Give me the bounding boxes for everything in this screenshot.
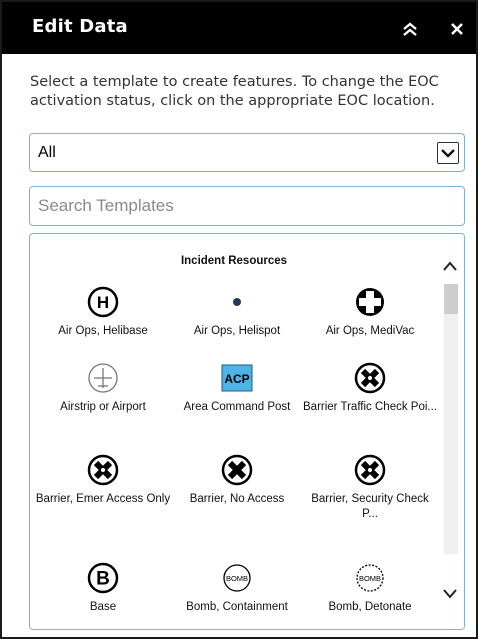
template-item-barrier-no-access[interactable]: Barrier, No Access bbox=[169, 454, 305, 507]
template-filter-value: All bbox=[38, 144, 56, 161]
template-item-barrier-traffic[interactable]: Barrier Traffic Check Poi... bbox=[302, 362, 438, 415]
barrier-security-icon bbox=[354, 454, 386, 486]
scrollbar-track[interactable] bbox=[444, 314, 458, 554]
bomb-containment-icon: BOMB bbox=[223, 564, 251, 592]
template-label: Bomb, Containment bbox=[186, 601, 288, 613]
template-item-helibase[interactable]: H Air Ops, Helibase bbox=[35, 286, 171, 339]
base-icon: B bbox=[87, 562, 119, 594]
template-item-base[interactable]: B Base bbox=[35, 562, 171, 615]
template-label: Air Ops, Helispot bbox=[193, 325, 281, 337]
panel-title: Edit Data bbox=[32, 16, 128, 37]
svg-text:H: H bbox=[97, 293, 109, 312]
barrier-no-access-icon bbox=[221, 454, 253, 486]
svg-text:BOMB: BOMB bbox=[226, 574, 248, 583]
medivac-icon bbox=[356, 288, 384, 316]
template-label: Barrier, Security Check P... bbox=[311, 493, 429, 520]
template-picker: Incident Resources H Air Ops, Helibase A… bbox=[29, 233, 465, 630]
template-label: Barrier, Emer Access Only bbox=[35, 493, 171, 505]
svg-text:ACP: ACP bbox=[224, 372, 249, 386]
search-templates-input[interactable] bbox=[29, 186, 465, 226]
template-label: Base bbox=[89, 601, 117, 613]
template-item-airstrip[interactable]: Airstrip or Airport bbox=[35, 362, 171, 415]
scrollbar-thumb[interactable] bbox=[444, 284, 458, 314]
template-label: Airstrip or Airport bbox=[60, 401, 146, 413]
template-label: Air Ops, MediVac bbox=[325, 325, 415, 337]
group-title: Incident Resources bbox=[180, 255, 288, 267]
template-item-bomb-containment[interactable]: BOMB Bomb, Containment bbox=[169, 562, 305, 615]
chevron-down-icon bbox=[441, 149, 455, 158]
dropdown-arrow[interactable] bbox=[437, 142, 459, 164]
helispot-icon bbox=[233, 298, 241, 306]
panel-titlebar: Edit Data bbox=[2, 2, 476, 54]
template-item-bomb-detonate[interactable]: BOMB Bomb, Detonate bbox=[302, 562, 438, 615]
template-label: Area Command Post bbox=[183, 401, 291, 413]
svg-text:B: B bbox=[96, 569, 110, 590]
templates-scrollbar[interactable] bbox=[436, 234, 464, 629]
template-label: Bomb, Detonate bbox=[328, 601, 412, 613]
double-chevron-up-icon[interactable] bbox=[399, 18, 421, 40]
bomb-detonate-icon: BOMB bbox=[356, 564, 384, 592]
scroll-up-icon[interactable] bbox=[442, 260, 458, 272]
template-label: Air Ops, Helibase bbox=[58, 325, 148, 337]
edit-data-panel: Edit Data Select a template to create fe… bbox=[0, 0, 478, 639]
svg-text:BOMB: BOMB bbox=[359, 574, 381, 583]
template-item-barrier-security[interactable]: Barrier, Security Check P... bbox=[302, 454, 438, 522]
barrier-emer-icon bbox=[87, 454, 119, 486]
template-item-medivac[interactable]: Air Ops, MediVac bbox=[302, 286, 438, 339]
template-item-area-command-post[interactable]: ACP Area Command Post bbox=[169, 362, 305, 415]
template-label: Barrier Traffic Check Poi... bbox=[303, 401, 437, 413]
airstrip-icon bbox=[88, 363, 118, 393]
template-filter-select[interactable]: All bbox=[29, 133, 465, 172]
helibase-icon: H bbox=[87, 286, 119, 318]
barrier-traffic-icon bbox=[354, 362, 386, 394]
template-label: Barrier, No Access bbox=[189, 493, 285, 505]
close-icon[interactable] bbox=[446, 18, 468, 40]
template-item-helispot[interactable]: Air Ops, Helispot bbox=[169, 286, 305, 339]
acp-icon: ACP bbox=[221, 364, 253, 392]
instructions-text: Select a template to create features. To… bbox=[30, 74, 439, 109]
scroll-down-icon[interactable] bbox=[442, 588, 458, 600]
template-item-barrier-emer[interactable]: Barrier, Emer Access Only bbox=[35, 454, 171, 507]
